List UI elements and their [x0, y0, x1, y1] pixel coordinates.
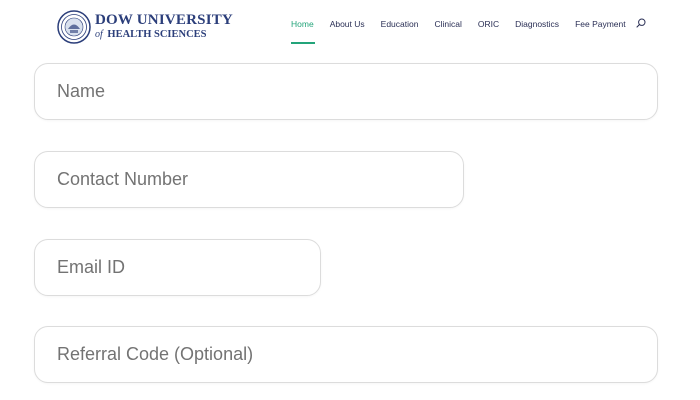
nav-item-diagnostics[interactable]: Diagnostics [515, 19, 559, 29]
brand-subtitle: HEALTH SCIENCES [107, 29, 207, 40]
nav-active-indicator [291, 42, 315, 44]
nav-item-fee-payment[interactable]: Fee Payment [575, 19, 626, 29]
name-input[interactable] [57, 64, 635, 119]
brand-name-line2: of HEALTH SCIENCES [95, 29, 207, 40]
nav-item-home[interactable]: Home [291, 19, 314, 29]
university-seal-icon [57, 10, 91, 44]
name-field [34, 63, 658, 120]
nav-item-about-us[interactable]: About Us [330, 19, 365, 29]
email-field [34, 239, 321, 296]
university-logo[interactable]: DOW UNIVERSITY of HEALTH SCIENCES [57, 10, 233, 46]
contact-number-input[interactable] [57, 152, 441, 207]
nav-item-oric[interactable]: ORIC [478, 19, 499, 29]
contact-number-field [34, 151, 464, 208]
main-nav: Home About Us Education Clinical ORIC Di… [291, 17, 642, 31]
email-input[interactable] [57, 240, 298, 295]
referral-code-input[interactable] [57, 327, 635, 382]
nav-item-education[interactable]: Education [381, 19, 419, 29]
brand-of: of [95, 29, 103, 40]
referral-code-field [34, 326, 658, 383]
search-icon[interactable] [636, 18, 646, 28]
nav-item-clinical[interactable]: Clinical [434, 19, 461, 29]
brand-name-line1: DOW UNIVERSITY [95, 12, 233, 28]
site-header: DOW UNIVERSITY of HEALTH SCIENCES Home A… [0, 0, 700, 52]
